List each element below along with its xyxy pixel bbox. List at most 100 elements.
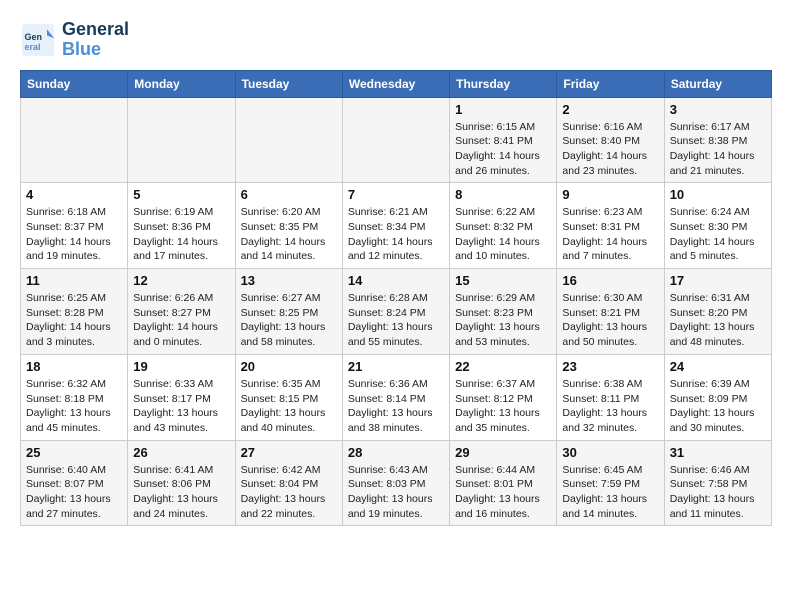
day-info: Sunrise: 6:25 AM Sunset: 8:28 PM Dayligh… bbox=[26, 291, 122, 350]
day-info: Sunrise: 6:15 AM Sunset: 8:41 PM Dayligh… bbox=[455, 120, 551, 179]
day-cell: 3Sunrise: 6:17 AM Sunset: 8:38 PM Daylig… bbox=[664, 97, 771, 183]
day-info: Sunrise: 6:37 AM Sunset: 8:12 PM Dayligh… bbox=[455, 377, 551, 436]
day-info: Sunrise: 6:39 AM Sunset: 8:09 PM Dayligh… bbox=[670, 377, 766, 436]
day-info: Sunrise: 6:28 AM Sunset: 8:24 PM Dayligh… bbox=[348, 291, 444, 350]
week-row-5: 25Sunrise: 6:40 AM Sunset: 8:07 PM Dayli… bbox=[21, 440, 772, 526]
day-cell: 10Sunrise: 6:24 AM Sunset: 8:30 PM Dayli… bbox=[664, 183, 771, 269]
day-number: 13 bbox=[241, 273, 337, 288]
day-cell: 20 Sunrise: 6:35 AM Sunset: 8:15 PM Dayli… bbox=[235, 354, 342, 440]
day-number: 2 bbox=[562, 102, 658, 117]
day-info: Sunrise: 6:36 AM Sunset: 8:14 PM Dayligh… bbox=[348, 377, 444, 436]
logo-text: General Blue bbox=[62, 20, 129, 60]
day-info: Sunrise: 6:19 AM Sunset: 8:36 PM Dayligh… bbox=[133, 205, 229, 264]
day-header-sunday: Sunday bbox=[21, 70, 128, 97]
week-row-1: 1 Sunrise: 6:15 AM Sunset: 8:41 PM Daylig… bbox=[21, 97, 772, 183]
logo: Gen eral General Blue bbox=[20, 20, 129, 60]
day-number: 22 bbox=[455, 359, 551, 374]
day-cell: 22 Sunrise: 6:37 AM Sunset: 8:12 PM Dayli… bbox=[450, 354, 557, 440]
day-cell: 2 Sunrise: 6:16 AM Sunset: 8:40 PM Daylig… bbox=[557, 97, 664, 183]
day-info: Sunrise: 6:35 AM Sunset: 8:15 PM Dayligh… bbox=[241, 377, 337, 436]
day-cell: 31Sunrise: 6:46 AM Sunset: 7:58 PM Dayli… bbox=[664, 440, 771, 526]
day-info: Sunrise: 6:17 AM Sunset: 8:38 PM Dayligh… bbox=[670, 120, 766, 179]
day-header-wednesday: Wednesday bbox=[342, 70, 449, 97]
day-header-tuesday: Tuesday bbox=[235, 70, 342, 97]
day-number: 19 bbox=[133, 359, 229, 374]
week-row-2: 4 Sunrise: 6:18 AM Sunset: 8:37 PM Daylig… bbox=[21, 183, 772, 269]
page-header: Gen eral General Blue bbox=[20, 20, 772, 60]
day-cell: 18Sunrise: 6:32 AM Sunset: 8:18 PM Dayli… bbox=[21, 354, 128, 440]
day-info: Sunrise: 6:22 AM Sunset: 8:32 PM Dayligh… bbox=[455, 205, 551, 264]
day-number: 28 bbox=[348, 445, 444, 460]
day-cell: 24Sunrise: 6:39 AM Sunset: 8:09 PM Dayli… bbox=[664, 354, 771, 440]
day-number: 27 bbox=[241, 445, 337, 460]
calendar-body: 1 Sunrise: 6:15 AM Sunset: 8:41 PM Daylig… bbox=[21, 97, 772, 526]
day-cell: 1 Sunrise: 6:15 AM Sunset: 8:41 PM Daylig… bbox=[450, 97, 557, 183]
day-info: Sunrise: 6:21 AM Sunset: 8:34 PM Dayligh… bbox=[348, 205, 444, 264]
day-number: 29 bbox=[455, 445, 551, 460]
svg-text:eral: eral bbox=[25, 42, 41, 52]
day-info: Sunrise: 6:26 AM Sunset: 8:27 PM Dayligh… bbox=[133, 291, 229, 350]
day-number: 26 bbox=[133, 445, 229, 460]
day-info: Sunrise: 6:30 AM Sunset: 8:21 PM Dayligh… bbox=[562, 291, 658, 350]
day-cell bbox=[21, 97, 128, 183]
day-cell: 29 Sunrise: 6:44 AM Sunset: 8:01 PM Dayli… bbox=[450, 440, 557, 526]
day-info: Sunrise: 6:23 AM Sunset: 8:31 PM Dayligh… bbox=[562, 205, 658, 264]
week-row-4: 18Sunrise: 6:32 AM Sunset: 8:18 PM Dayli… bbox=[21, 354, 772, 440]
day-info: Sunrise: 6:43 AM Sunset: 8:03 PM Dayligh… bbox=[348, 463, 444, 522]
day-info: Sunrise: 6:27 AM Sunset: 8:25 PM Dayligh… bbox=[241, 291, 337, 350]
day-info: Sunrise: 6:16 AM Sunset: 8:40 PM Dayligh… bbox=[562, 120, 658, 179]
day-number: 8 bbox=[455, 187, 551, 202]
day-info: Sunrise: 6:45 AM Sunset: 7:59 PM Dayligh… bbox=[562, 463, 658, 522]
day-number: 11 bbox=[26, 273, 122, 288]
day-number: 1 bbox=[455, 102, 551, 117]
day-info: Sunrise: 6:44 AM Sunset: 8:01 PM Dayligh… bbox=[455, 463, 551, 522]
day-cell bbox=[128, 97, 235, 183]
day-info: Sunrise: 6:18 AM Sunset: 8:37 PM Dayligh… bbox=[26, 205, 122, 264]
calendar-table: SundayMondayTuesdayWednesdayThursdayFrid… bbox=[20, 70, 772, 527]
day-info: Sunrise: 6:29 AM Sunset: 8:23 PM Dayligh… bbox=[455, 291, 551, 350]
week-row-3: 11 Sunrise: 6:25 AM Sunset: 8:28 PM Dayli… bbox=[21, 269, 772, 355]
day-cell: 12 Sunrise: 6:26 AM Sunset: 8:27 PM Dayli… bbox=[128, 269, 235, 355]
day-cell: 7 Sunrise: 6:21 AM Sunset: 8:34 PM Daylig… bbox=[342, 183, 449, 269]
day-header-friday: Friday bbox=[557, 70, 664, 97]
day-cell: 23Sunrise: 6:38 AM Sunset: 8:11 PM Dayli… bbox=[557, 354, 664, 440]
day-info: Sunrise: 6:46 AM Sunset: 7:58 PM Dayligh… bbox=[670, 463, 766, 522]
day-number: 21 bbox=[348, 359, 444, 374]
day-cell: 21 Sunrise: 6:36 AM Sunset: 8:14 PM Dayli… bbox=[342, 354, 449, 440]
day-cell: 16Sunrise: 6:30 AM Sunset: 8:21 PM Dayli… bbox=[557, 269, 664, 355]
day-info: Sunrise: 6:33 AM Sunset: 8:17 PM Dayligh… bbox=[133, 377, 229, 436]
day-number: 20 bbox=[241, 359, 337, 374]
day-cell: 28 Sunrise: 6:43 AM Sunset: 8:03 PM Dayli… bbox=[342, 440, 449, 526]
day-number: 5 bbox=[133, 187, 229, 202]
day-cell: 27 Sunrise: 6:42 AM Sunset: 8:04 PM Dayli… bbox=[235, 440, 342, 526]
day-number: 6 bbox=[241, 187, 337, 202]
day-cell: 9 Sunrise: 6:23 AM Sunset: 8:31 PM Daylig… bbox=[557, 183, 664, 269]
day-cell: 17 Sunrise: 6:31 AM Sunset: 8:20 PM Dayli… bbox=[664, 269, 771, 355]
day-number: 15 bbox=[455, 273, 551, 288]
day-cell: 26 Sunrise: 6:41 AM Sunset: 8:06 PM Dayli… bbox=[128, 440, 235, 526]
day-cell: 5 Sunrise: 6:19 AM Sunset: 8:36 PM Daylig… bbox=[128, 183, 235, 269]
day-info: Sunrise: 6:32 AM Sunset: 8:18 PM Dayligh… bbox=[26, 377, 122, 436]
day-number: 7 bbox=[348, 187, 444, 202]
day-cell: 30 Sunrise: 6:45 AM Sunset: 7:59 PM Dayli… bbox=[557, 440, 664, 526]
day-info: Sunrise: 6:41 AM Sunset: 8:06 PM Dayligh… bbox=[133, 463, 229, 522]
day-cell: 8 Sunrise: 6:22 AM Sunset: 8:32 PM Daylig… bbox=[450, 183, 557, 269]
day-number: 17 bbox=[670, 273, 766, 288]
logo-icon: Gen eral bbox=[20, 22, 56, 58]
day-cell: 25Sunrise: 6:40 AM Sunset: 8:07 PM Dayli… bbox=[21, 440, 128, 526]
day-info: Sunrise: 6:42 AM Sunset: 8:04 PM Dayligh… bbox=[241, 463, 337, 522]
day-cell: 11 Sunrise: 6:25 AM Sunset: 8:28 PM Dayli… bbox=[21, 269, 128, 355]
day-info: Sunrise: 6:24 AM Sunset: 8:30 PM Dayligh… bbox=[670, 205, 766, 264]
day-cell: 13 Sunrise: 6:27 AM Sunset: 8:25 PM Dayli… bbox=[235, 269, 342, 355]
day-cell: 15 Sunrise: 6:29 AM Sunset: 8:23 PM Dayli… bbox=[450, 269, 557, 355]
svg-text:Gen: Gen bbox=[25, 32, 43, 42]
day-cell: 6 Sunrise: 6:20 AM Sunset: 8:35 PM Daylig… bbox=[235, 183, 342, 269]
day-info: Sunrise: 6:20 AM Sunset: 8:35 PM Dayligh… bbox=[241, 205, 337, 264]
day-number: 25 bbox=[26, 445, 122, 460]
day-number: 4 bbox=[26, 187, 122, 202]
day-info: Sunrise: 6:31 AM Sunset: 8:20 PM Dayligh… bbox=[670, 291, 766, 350]
day-number: 9 bbox=[562, 187, 658, 202]
day-number: 30 bbox=[562, 445, 658, 460]
day-number: 12 bbox=[133, 273, 229, 288]
day-header-thursday: Thursday bbox=[450, 70, 557, 97]
